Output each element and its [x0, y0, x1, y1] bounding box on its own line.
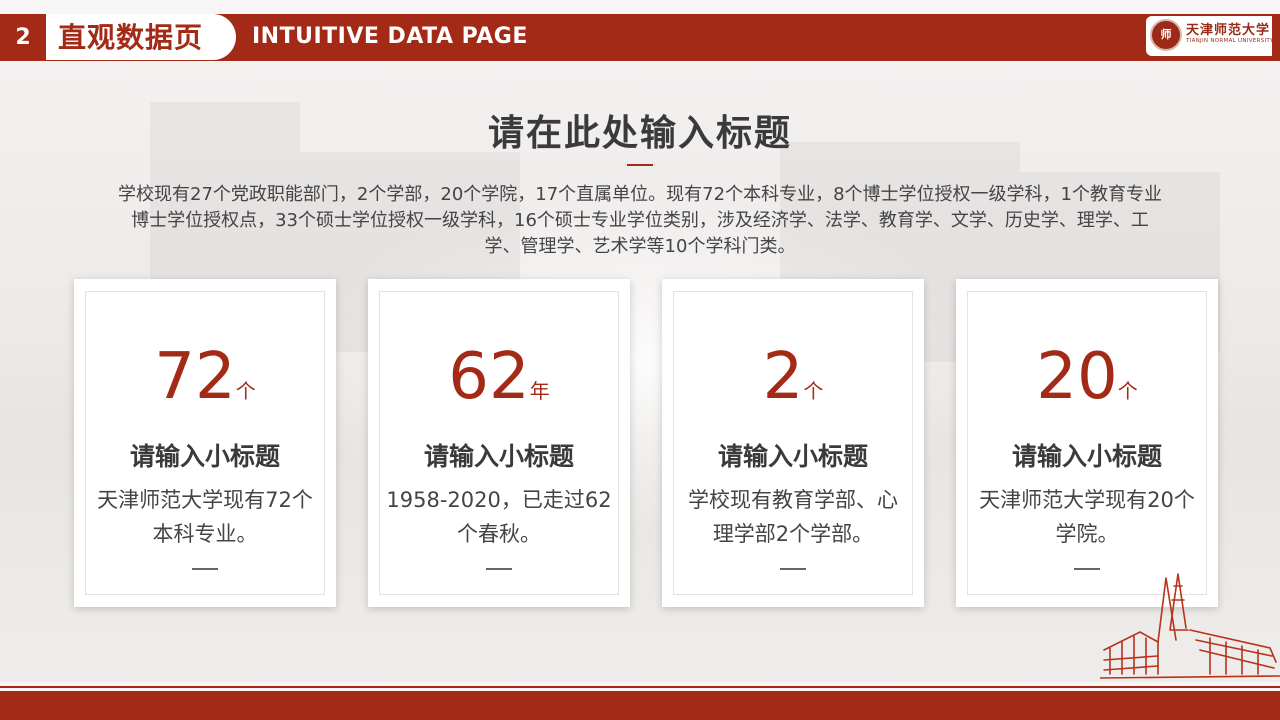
university-name: 天津师范大学 [1186, 23, 1271, 38]
stat-unit: 个 [235, 379, 256, 403]
card-subtitle[interactable]: 请输入小标题 [956, 437, 1218, 473]
card-subtitle[interactable]: 请输入小标题 [662, 437, 924, 473]
stat-number: 20个 [956, 341, 1218, 413]
header-title-cn: 直观数据页 [58, 21, 204, 54]
stat-card-4: 20个 请输入小标题 天津师范大学现有20个学院。 [956, 279, 1218, 607]
card-subtitle[interactable]: 请输入小标题 [74, 437, 336, 473]
stat-value: 72 [154, 340, 236, 414]
footer-line [0, 686, 1280, 688]
stat-unit: 年 [529, 379, 550, 403]
stat-unit: 个 [1117, 379, 1138, 403]
page-number: 2 [0, 22, 46, 54]
card-description[interactable]: 天津师范大学现有20个学院。 [974, 483, 1200, 551]
stat-number: 2个 [662, 341, 924, 413]
stat-value: 20 [1036, 340, 1118, 414]
stat-card-2: 62年 请输入小标题 1958-2020，已走过62个春秋。 [368, 279, 630, 607]
card-description[interactable]: 学校现有教育学部、心理学部2个学部。 [680, 483, 906, 551]
card-divider [192, 568, 218, 570]
footer-bar [0, 691, 1280, 720]
stat-number: 72个 [74, 341, 336, 413]
title-divider [627, 164, 653, 166]
stat-card-3: 2个 请输入小标题 学校现有教育学部、心理学部2个学部。 [662, 279, 924, 607]
stat-value: 62 [448, 340, 530, 414]
card-description[interactable]: 1958-2020，已走过62个春秋。 [386, 483, 612, 551]
stat-number: 62年 [368, 341, 630, 413]
header-title-en: INTUITIVE DATA PAGE [252, 24, 528, 49]
card-divider [780, 568, 806, 570]
page-title[interactable]: 请在此处输入标题 [0, 104, 1280, 156]
university-seal-icon: 师 [1150, 19, 1182, 51]
stat-card-1: 72个 请输入小标题 天津师范大学现有72个本科专业。 [74, 279, 336, 607]
card-divider [1074, 568, 1100, 570]
stat-unit: 个 [803, 379, 824, 403]
university-name-en: TIANJIN NORMAL UNIVERSITY [1186, 38, 1274, 44]
card-subtitle[interactable]: 请输入小标题 [368, 437, 630, 473]
card-divider [486, 568, 512, 570]
building-sketch-icon [1100, 573, 1280, 679]
card-description[interactable]: 天津师范大学现有72个本科专业。 [92, 483, 318, 551]
intro-paragraph[interactable]: 学校现有27个党政职能部门，2个学部，20个学院，17个直属单位。现有72个本科… [118, 182, 1162, 260]
stat-value: 2 [762, 340, 804, 414]
